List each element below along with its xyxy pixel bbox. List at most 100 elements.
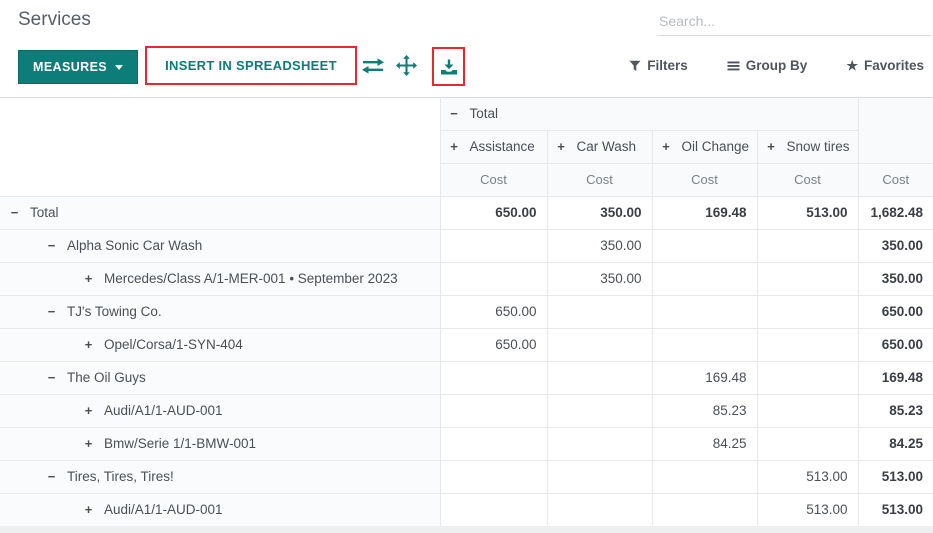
expand-icon: + [555, 131, 568, 163]
measure-header-cost[interactable]: Cost [652, 164, 757, 197]
expand-icon: + [82, 329, 95, 361]
expand-icon: + [660, 131, 673, 163]
row-header-audi-a1-1-aud-001[interactable]: + Audi/A1/1-AUD-001 [0, 494, 440, 527]
column-header-snow-tires[interactable]: + Snow tires [757, 131, 858, 164]
pivot-cell: 650.00 [440, 296, 547, 329]
row-header-the-oil-guys[interactable]: −The Oil Guys [0, 362, 440, 395]
row-header-label: TJ's Towing Co. [67, 304, 162, 319]
collapse-icon: − [45, 296, 58, 328]
expand-icon: + [82, 263, 95, 295]
pivot-row-mercedes-class-a-1-mer-001-september-2023: + Mercedes/Class A/1-MER-001 • September … [0, 263, 933, 296]
insert-in-spreadsheet-button[interactable]: INSERT IN SPREADSHEET [147, 48, 355, 83]
row-header-total[interactable]: −Total [0, 197, 440, 230]
favorites-menu[interactable]: ★ Favorites [840, 57, 930, 74]
pivot-cell-row-total: 169.48 [858, 362, 933, 395]
row-header-opel-corsa-1-syn-404[interactable]: + Opel/Corsa/1-SYN-404 [0, 329, 440, 362]
pivot-cell: 169.48 [652, 197, 757, 230]
group-by-menu[interactable]: Group By [721, 57, 814, 74]
pivot-cell [547, 329, 652, 362]
pivot-table: −Total+Assistance+Car Wash+Oil Change+Sn… [0, 97, 933, 527]
pivot-cell [652, 230, 757, 263]
pivot-row-tj-s-towing-co: −TJ's Towing Co.650.00650.00 [0, 296, 933, 329]
filters-label: Filters [647, 58, 688, 73]
pivot-cell [757, 263, 858, 296]
pivot-cell: 85.23 [652, 395, 757, 428]
search-options-bar: Filters Group By ★ Favorites [623, 57, 930, 74]
row-header-audi-a1-1-aud-001[interactable]: +Audi/A1/1-AUD-001 [0, 395, 440, 428]
pivot-cell [757, 296, 858, 329]
highlight-box-download [432, 47, 465, 86]
measures-button[interactable]: MEASURES [18, 50, 138, 84]
pivot-row-audi-a1-1-aud-001: +Audi/A1/1-AUD-001 85.23 85.23 [0, 395, 933, 428]
column-header-total-label: Total [470, 106, 499, 121]
expand-icon: + [82, 494, 95, 526]
pivot-cell [757, 428, 858, 461]
row-header-label: Audi/A1/1-AUD-001 [104, 502, 223, 517]
pivot-cell [757, 395, 858, 428]
group-by-label: Group By [746, 58, 808, 73]
row-header-mercedes-class-a-1-mer-001-september-2023[interactable]: + Mercedes/Class A/1-MER-001 • September … [0, 263, 440, 296]
pivot-cell [757, 362, 858, 395]
pivot-cell-row-total: 650.00 [858, 329, 933, 362]
pivot-corner-cell [0, 98, 440, 197]
pivot-row-the-oil-guys: −The Oil Guys169.48169.48 [0, 362, 933, 395]
pivot-cell [547, 395, 652, 428]
pivot-cell-row-total: 513.00 [858, 461, 933, 494]
column-header-row-total-spacer [858, 98, 933, 164]
four-direction-arrows-icon [396, 55, 417, 76]
pivot-row-total: −Total650.00350.00169.48513.001,682.48 [0, 197, 933, 230]
pivot-cell [547, 494, 652, 527]
measure-header-cost[interactable]: Cost [440, 164, 547, 197]
search-input[interactable] [657, 6, 931, 35]
expand-icon: + [448, 131, 461, 163]
group-by-bars-icon [727, 60, 740, 72]
download-button[interactable] [440, 59, 458, 75]
table-bottom-background [0, 526, 933, 533]
pivot-cell [547, 362, 652, 395]
filter-icon [629, 60, 641, 72]
pivot-cell: 350.00 [547, 263, 652, 296]
row-header-label: Audi/A1/1-AUD-001 [104, 403, 223, 418]
pivot-cell [440, 494, 547, 527]
pivot-cell [440, 395, 547, 428]
row-header-alpha-sonic-car-wash[interactable]: −Alpha Sonic Car Wash [0, 230, 440, 263]
collapse-icon: − [448, 98, 461, 130]
measure-header-cost[interactable]: Cost [547, 164, 652, 197]
measure-header-cost[interactable]: Cost [858, 164, 933, 197]
row-header-label: Mercedes/Class A/1-MER-001 • September 2… [104, 271, 398, 286]
column-header-label: Oil Change [682, 139, 750, 154]
pivot-row-audi-a1-1-aud-001: +Audi/A1/1-AUD-001513.00513.00 [0, 494, 933, 527]
row-header-label: Opel/Corsa/1-SYN-404 [104, 337, 243, 352]
expand-all-button[interactable] [396, 55, 417, 79]
pivot-cell-row-total: 650.00 [858, 296, 933, 329]
highlight-box-insert: INSERT IN SPREADSHEET [145, 46, 357, 85]
row-header-bmw-serie-1-1-bmw-001[interactable]: +Bmw/Serie 1/1-BMW-001 [0, 428, 440, 461]
row-header-label: Tires, Tires, Tires! [67, 469, 174, 484]
pivot-cell [757, 230, 858, 263]
pivot-cell [547, 461, 652, 494]
pivot-cell: 650.00 [440, 197, 547, 230]
filters-menu[interactable]: Filters [623, 57, 694, 74]
page-title: Services [18, 9, 91, 31]
pivot-cell: 650.00 [440, 329, 547, 362]
row-header-tj-s-towing-co[interactable]: −TJ's Towing Co. [0, 296, 440, 329]
column-header-label: Assistance [470, 139, 535, 154]
pivot-row-opel-corsa-1-syn-404: + Opel/Corsa/1-SYN-404 650.00 650.00 [0, 329, 933, 362]
pivot-cell [652, 296, 757, 329]
pivot-cell-row-total: 350.00 [858, 263, 933, 296]
pivot-cell: 513.00 [757, 197, 858, 230]
column-header-car-wash[interactable]: +Car Wash [547, 131, 652, 164]
column-header-total[interactable]: −Total [440, 98, 858, 131]
expand-icon: + [765, 131, 778, 163]
caret-down-icon [115, 65, 123, 70]
pivot-cell-row-total: 85.23 [858, 395, 933, 428]
flip-axes-button[interactable] [361, 58, 385, 77]
row-header-label: Alpha Sonic Car Wash [67, 238, 202, 253]
row-header-tires-tires-tires[interactable]: −Tires, Tires, Tires! [0, 461, 440, 494]
column-header-oil-change[interactable]: + Oil Change [652, 131, 757, 164]
pivot-cell [440, 428, 547, 461]
column-header-assistance[interactable]: + Assistance [440, 131, 547, 164]
column-header-label: Snow tires [787, 139, 850, 154]
measure-header-cost[interactable]: Cost [757, 164, 858, 197]
search-box [657, 6, 931, 36]
